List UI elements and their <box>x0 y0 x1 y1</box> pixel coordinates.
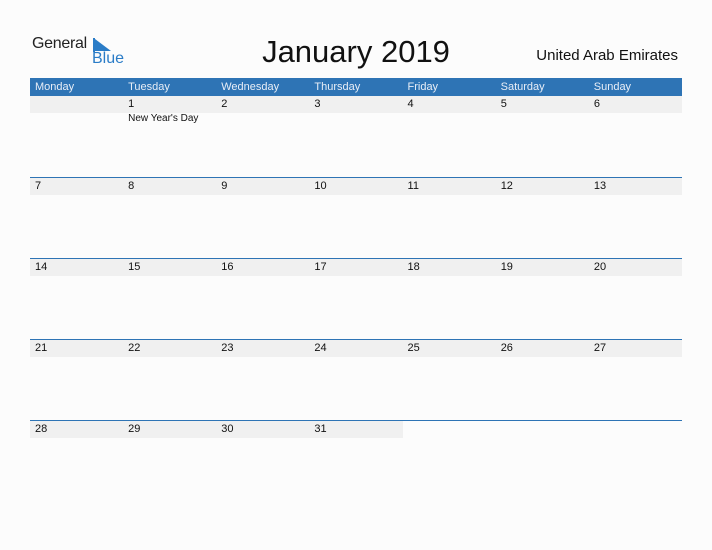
day-cell[interactable]: 28 <box>30 421 123 502</box>
day-number: 4 <box>407 98 414 110</box>
day-number: 7 <box>35 180 42 192</box>
weekday-tuesday: Tuesday <box>128 81 170 93</box>
day-cell[interactable]: 27 <box>589 340 682 421</box>
day-number: 28 <box>35 423 48 435</box>
day-cell[interactable]: 18 <box>403 259 496 340</box>
day-cell[interactable]: 5 <box>496 96 589 177</box>
day-cell[interactable]: 2 <box>216 96 309 177</box>
day-number: 17 <box>314 261 327 273</box>
day-cell[interactable]: 22 <box>123 340 216 421</box>
day-cell[interactable]: 23 <box>216 340 309 421</box>
day-cell[interactable]: 31 <box>309 421 402 502</box>
weekday-thursday: Thursday <box>314 81 361 93</box>
day-cell[interactable]: 19 <box>496 259 589 340</box>
day-cell[interactable]: 10 <box>309 178 402 259</box>
week-row: 21 22 23 24 25 26 27 <box>30 339 682 420</box>
day-cell[interactable]: 8 <box>123 178 216 259</box>
day-cell[interactable] <box>30 96 123 177</box>
day-number: 27 <box>593 342 607 354</box>
day-cell[interactable]: 14 <box>30 259 123 340</box>
weekday-friday: Friday <box>407 81 439 93</box>
day-cell[interactable]: 3 <box>309 96 402 177</box>
day-number: 3 <box>314 98 321 110</box>
day-cell[interactable]: 12 <box>496 178 589 259</box>
day-cell[interactable]: 13 <box>589 178 682 259</box>
day-number: 29 <box>128 423 141 435</box>
day-number: 6 <box>593 98 600 110</box>
day-cell[interactable]: 1 New Year's Day <box>123 96 216 177</box>
day-number: 30 <box>221 423 234 435</box>
weekday-sunday: Sunday <box>593 81 632 93</box>
day-number: 26 <box>500 342 513 354</box>
weekday-wednesday: Wednesday <box>221 81 280 93</box>
day-cell[interactable]: 30 <box>216 421 309 502</box>
weekday-header: Monday Tuesday Wednesday Thursday Friday Satu… <box>30 78 682 96</box>
day-number: 18 <box>407 261 420 273</box>
day-number: 13 <box>593 180 607 192</box>
day-number: 14 <box>35 261 48 273</box>
weekday-monday: Monday <box>35 81 75 93</box>
day-number: 19 <box>500 261 513 273</box>
day-number: 20 <box>593 261 607 273</box>
calendar-grid: Monday Tuesday Wednesday Thursday Friday Satu… <box>30 78 682 501</box>
week-row: 1 New Year's Day 2 3 4 5 6 <box>30 96 682 177</box>
calendar-weeks: 1 New Year's Day 2 3 4 5 6 7 8 9 10 11 12 13 14 15 16 17 1… <box>30 96 682 501</box>
day-cell[interactable]: 24 <box>309 340 402 421</box>
day-cell[interactable]: 15 <box>123 259 216 340</box>
day-number: 8 <box>128 180 135 192</box>
day-number: 10 <box>314 180 327 192</box>
day-number: 25 <box>407 342 420 354</box>
weekday-saturday: Saturday <box>500 81 545 93</box>
day-number: 31 <box>314 423 327 435</box>
day-cell[interactable]: 21 <box>30 340 123 421</box>
day-cell[interactable]: 9 <box>216 178 309 259</box>
day-number: 12 <box>500 180 513 192</box>
day-number: 2 <box>221 98 228 110</box>
day-cell[interactable]: 29 <box>123 421 216 502</box>
day-cell[interactable]: 25 <box>403 340 496 421</box>
day-number: 16 <box>221 261 234 273</box>
day-number: 21 <box>35 342 48 354</box>
week-row: 7 8 9 10 11 12 13 <box>30 177 682 258</box>
day-number: 1 <box>128 98 135 110</box>
day-cell[interactable]: 17 <box>309 259 402 340</box>
day-cell[interactable]: 4 <box>403 96 496 177</box>
day-cell[interactable]: 11 <box>403 178 496 259</box>
day-number: 9 <box>221 180 228 192</box>
day-number: 23 <box>221 342 234 354</box>
day-cell[interactable]: 16 <box>216 259 309 340</box>
day-number: 5 <box>500 98 507 110</box>
day-cell[interactable]: 6 <box>589 96 682 177</box>
day-number: 22 <box>128 342 141 354</box>
day-cell[interactable]: 26 <box>496 340 589 421</box>
day-cell[interactable]: 7 <box>30 178 123 259</box>
month-title: January 2019 <box>262 34 450 69</box>
country-label: United Arab Emirates <box>536 47 678 64</box>
holiday-label: New Year's Day <box>128 113 199 124</box>
day-number: 24 <box>314 342 327 354</box>
day-cell[interactable]: 20 <box>589 259 682 340</box>
week-row: 14 15 16 17 18 19 20 <box>30 258 682 339</box>
day-number: 15 <box>128 261 141 273</box>
day-number: 11 <box>407 180 419 192</box>
week-row: 28 29 30 31 <box>30 420 682 501</box>
